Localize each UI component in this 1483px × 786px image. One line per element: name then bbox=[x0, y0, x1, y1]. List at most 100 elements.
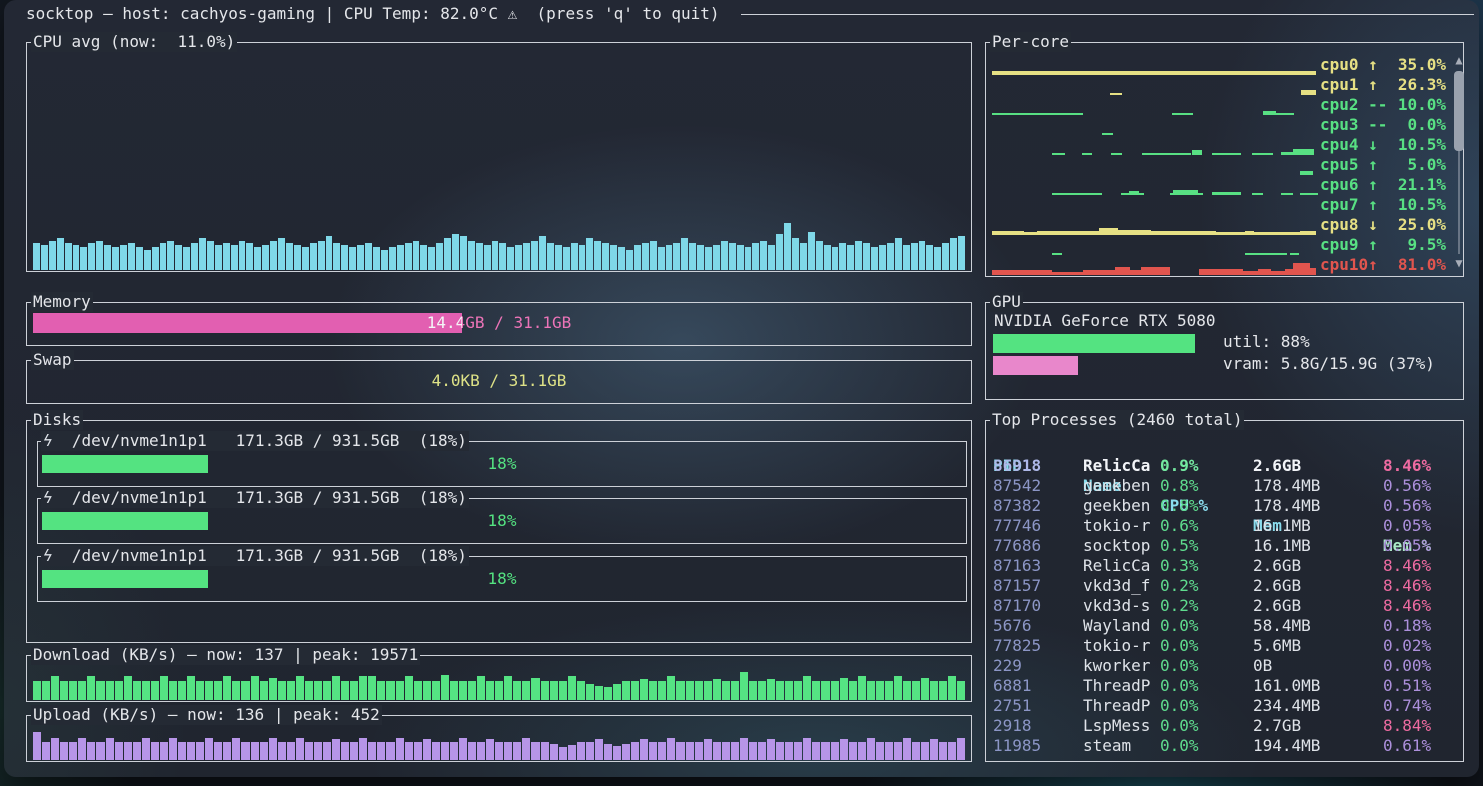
sparkline-segment bbox=[1118, 230, 1150, 235]
sparkline-segment bbox=[1293, 149, 1315, 155]
table-row[interactable]: 87170vkd3d-s0.2%2.6GB8.46% bbox=[987, 596, 1462, 616]
history-bar bbox=[541, 681, 549, 700]
history-bar bbox=[136, 247, 143, 270]
table-row[interactable]: 87382geekben0.8%178.4MB0.56% bbox=[987, 496, 1462, 516]
history-bar bbox=[568, 676, 576, 700]
core-name: cpu5 bbox=[1320, 155, 1368, 175]
table-row[interactable]: 229kworker0.0%0B0.00% bbox=[987, 656, 1462, 676]
history-bar bbox=[214, 742, 222, 760]
history-bar bbox=[65, 243, 72, 270]
app-titlebar: socktop — host: cachyos-gaming | CPU Tem… bbox=[26, 4, 720, 24]
table-row[interactable]: 87163RelicCa0.3%2.6GB8.46% bbox=[987, 556, 1462, 576]
sparkline-segment bbox=[1301, 90, 1316, 95]
sparkline-segment bbox=[1024, 232, 1037, 235]
history-bar bbox=[803, 676, 811, 700]
table-row[interactable]: 11985steam0.0%194.4MB0.61% bbox=[987, 736, 1462, 756]
history-bar bbox=[432, 681, 440, 700]
history-bar bbox=[722, 681, 730, 700]
history-bar bbox=[381, 250, 388, 270]
history-bar bbox=[894, 676, 902, 700]
history-bar bbox=[124, 676, 132, 700]
process-cpu: 0.0% bbox=[1160, 616, 1199, 636]
history-bar bbox=[187, 742, 195, 760]
history-bar bbox=[942, 243, 949, 270]
history-bar bbox=[831, 742, 839, 760]
history-bar bbox=[885, 681, 893, 700]
scroll-down-icon[interactable]: ▼ bbox=[1453, 256, 1465, 270]
history-bar bbox=[800, 243, 807, 270]
sparkline-segment bbox=[1082, 153, 1092, 155]
history-bar bbox=[649, 681, 657, 700]
gpu-vram-bar bbox=[993, 356, 1078, 375]
history-bar bbox=[51, 738, 59, 761]
history-bar bbox=[776, 681, 784, 700]
process-name: tokio-r bbox=[1083, 636, 1150, 656]
history-bar bbox=[948, 742, 956, 760]
history-bar bbox=[749, 742, 757, 760]
table-row[interactable]: 87157vkd3d_f0.2%2.6GB8.46% bbox=[987, 576, 1462, 596]
history-bar bbox=[894, 742, 902, 760]
sparkline-segment bbox=[1252, 153, 1272, 155]
table-row[interactable]: 77746tokio-r0.6%16.1MB0.05% bbox=[987, 516, 1462, 536]
history-bar bbox=[885, 742, 893, 760]
process-mem: 2.6GB bbox=[1253, 456, 1301, 476]
history-bar bbox=[903, 245, 910, 270]
history-bar bbox=[745, 247, 752, 270]
history-bar bbox=[323, 742, 331, 760]
table-row[interactable]: 86918RelicCa0.9%2.6GB8.46% bbox=[987, 456, 1462, 476]
history-bar bbox=[613, 684, 621, 701]
table-row[interactable]: 5676Wayland0.0%58.4MB0.18% bbox=[987, 616, 1462, 636]
history-bar bbox=[930, 681, 938, 700]
core-name: cpu10 bbox=[1320, 255, 1368, 275]
history-bar bbox=[622, 681, 630, 700]
history-bar bbox=[758, 742, 766, 760]
history-bar bbox=[128, 243, 135, 270]
scroll-up-icon[interactable]: ▲ bbox=[1453, 53, 1465, 67]
sparkline-segment bbox=[1121, 193, 1129, 195]
process-mem: 2.6GB bbox=[1253, 596, 1301, 616]
table-row[interactable]: 2918LspMess0.0%2.7GB8.84% bbox=[987, 716, 1462, 736]
process-pid: 77825 bbox=[993, 636, 1041, 656]
table-row[interactable]: 2751ThreadP0.0%234.4MB0.74% bbox=[987, 696, 1462, 716]
sparkline-segment bbox=[1281, 152, 1293, 155]
history-bar bbox=[610, 245, 617, 270]
history-bar bbox=[640, 679, 648, 700]
disk-item: ϟ /dev/nvme1n1p1 171.3GB / 931.5GB (18%)… bbox=[37, 498, 967, 544]
history-bar bbox=[921, 742, 929, 760]
history-bar bbox=[903, 681, 911, 700]
per-core-scrollbar[interactable]: ▲ ▼ bbox=[1453, 53, 1465, 270]
core-trend-icon: -- bbox=[1368, 115, 1387, 135]
table-row[interactable]: 77686socktop0.5%16.1MB0.05% bbox=[987, 536, 1462, 556]
core-sparkline bbox=[992, 237, 1316, 255]
history-bar bbox=[876, 742, 884, 760]
history-bar bbox=[650, 241, 657, 270]
core-sparkline bbox=[992, 97, 1316, 115]
scrollbar-thumb[interactable] bbox=[1454, 71, 1464, 151]
history-bar bbox=[196, 742, 204, 760]
sparkline-segment bbox=[1052, 193, 1102, 195]
sparkline-segment bbox=[1281, 193, 1293, 195]
sparkline-segment bbox=[1198, 193, 1203, 195]
history-bar bbox=[294, 245, 301, 270]
download-panel: Download (KB/s) — now: 137 | peak: 19571 bbox=[26, 655, 972, 702]
process-mem: 2.6GB bbox=[1253, 556, 1301, 576]
history-bar bbox=[450, 742, 458, 760]
history-bar bbox=[420, 245, 427, 270]
core-trend-icon: ↑ bbox=[1368, 175, 1387, 195]
table-row[interactable]: 6881ThreadP0.0%161.0MB0.51% bbox=[987, 676, 1462, 696]
process-name: kworker bbox=[1083, 656, 1150, 676]
history-bar bbox=[120, 245, 127, 270]
history-bar bbox=[887, 243, 894, 270]
history-bar bbox=[667, 676, 675, 700]
history-bar bbox=[428, 247, 435, 270]
table-row[interactable]: 77825tokio-r0.0%5.6MB0.02% bbox=[987, 636, 1462, 656]
history-bar bbox=[821, 681, 829, 700]
gpu-title: GPU bbox=[990, 292, 1023, 312]
table-row[interactable]: 87542geekben0.8%178.4MB0.56% bbox=[987, 476, 1462, 496]
history-bar bbox=[160, 676, 168, 700]
sparkline-segment bbox=[1037, 231, 1099, 235]
history-bar bbox=[840, 678, 848, 701]
sparkline-segment bbox=[1199, 269, 1243, 275]
history-bar bbox=[350, 681, 358, 700]
history-bar bbox=[106, 681, 114, 700]
